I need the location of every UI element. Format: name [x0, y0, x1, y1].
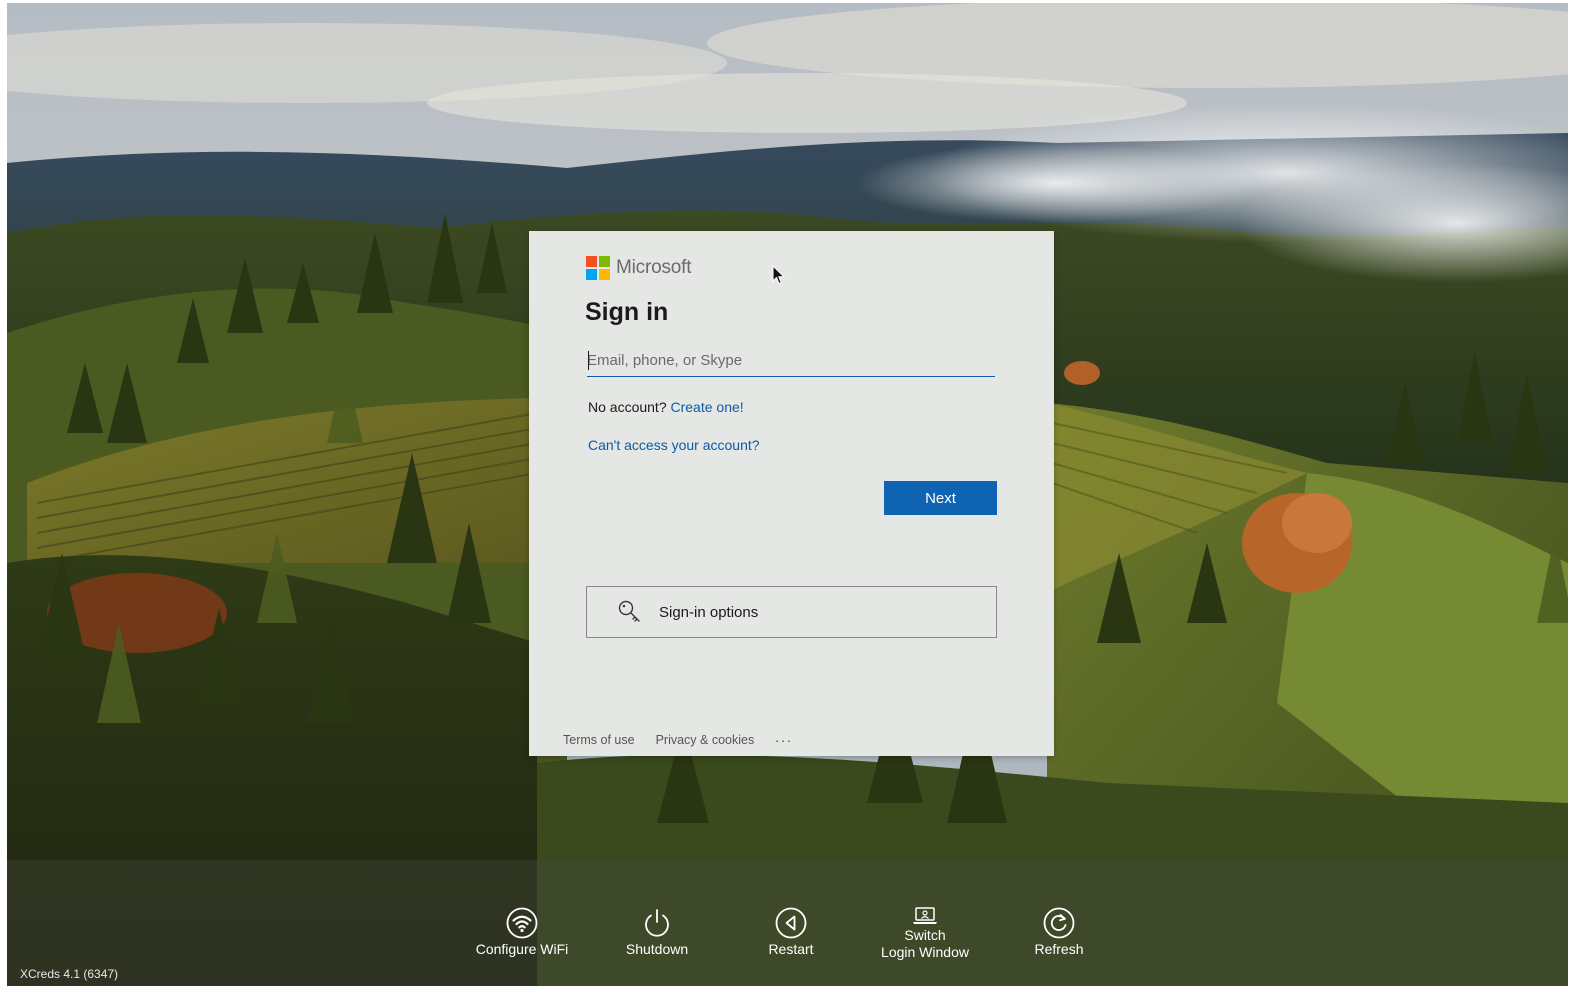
- login-screen: Microsoft Sign in No account? Create one…: [7, 3, 1568, 986]
- no-account-text: No account?: [588, 399, 667, 415]
- text-caret: [588, 351, 589, 370]
- page-title: Sign in: [585, 298, 669, 326]
- power-icon: [645, 909, 669, 937]
- signin-options-label: Sign-in options: [659, 603, 759, 621]
- terms-of-use-link[interactable]: Terms of use: [563, 733, 635, 747]
- logo-square-yellow: [599, 269, 610, 280]
- card-footer: Terms of use Privacy & cookies ...: [563, 729, 793, 748]
- restart-label: Restart: [768, 941, 814, 957]
- shutdown-label: Shutdown: [625, 941, 689, 957]
- refresh-icon: [1043, 907, 1075, 939]
- logo-square-blue: [586, 269, 597, 280]
- no-account-row: No account? Create one!: [588, 399, 744, 415]
- restart-icon: [775, 907, 807, 939]
- mouse-pointer-icon: [772, 265, 786, 285]
- create-account-link[interactable]: Create one!: [671, 399, 744, 415]
- configure-wifi-label: Configure WiFi: [475, 941, 569, 957]
- privacy-cookies-link[interactable]: Privacy & cookies: [656, 733, 755, 747]
- email-field[interactable]: [587, 345, 995, 377]
- refresh-button[interactable]: Refresh: [989, 907, 1129, 958]
- key-icon: [618, 600, 640, 622]
- brand-name: Microsoft: [616, 257, 692, 278]
- laptop-icon: [913, 907, 937, 924]
- switch-login-window-label: Switch Login Window: [881, 927, 969, 960]
- signin-card: Microsoft Sign in No account? Create one…: [529, 231, 1054, 756]
- version-label: XCreds 4.1 (6347): [20, 967, 119, 981]
- switch-login-window-button[interactable]: Switch Login Window: [855, 907, 995, 961]
- microsoft-logo: Microsoft: [586, 256, 691, 280]
- logo-square-red: [586, 256, 597, 267]
- cant-access-account-link[interactable]: Can't access your account?: [588, 437, 760, 453]
- restart-button[interactable]: Restart: [721, 907, 861, 958]
- shutdown-button[interactable]: Shutdown: [587, 907, 727, 958]
- configure-wifi-button[interactable]: Configure WiFi: [452, 907, 592, 958]
- microsoft-logo-icon: [586, 256, 610, 280]
- signin-options-button[interactable]: Sign-in options: [586, 586, 997, 638]
- login-toolbar: Configure WiFi Shutdown Restart Switch L…: [7, 860, 1568, 986]
- wifi-icon: [506, 907, 538, 939]
- more-options-icon[interactable]: ...: [775, 729, 793, 745]
- refresh-label: Refresh: [1034, 941, 1084, 957]
- next-button[interactable]: Next: [884, 481, 997, 515]
- logo-square-green: [599, 256, 610, 267]
